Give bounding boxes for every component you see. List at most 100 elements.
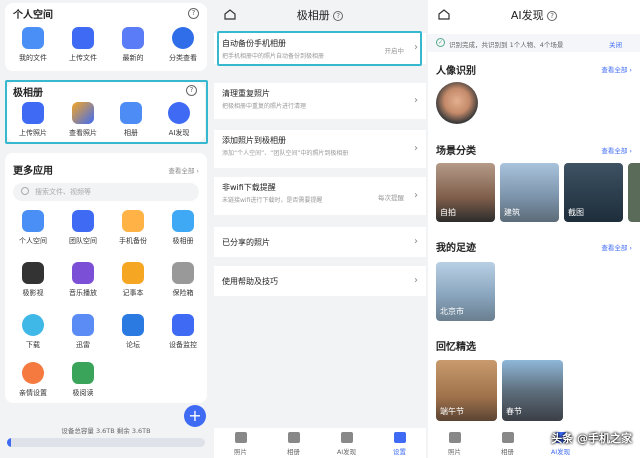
chevron-right-icon: › (414, 235, 418, 247)
app-download[interactable]: 下载 (13, 314, 53, 350)
memory-spring-festival[interactable]: 春节 (502, 360, 563, 421)
search-icon (21, 187, 29, 195)
page-title: AI发现 ? (428, 7, 640, 23)
app-personal-space[interactable]: 个人空间 (13, 210, 53, 246)
tab-label: 相册 (287, 448, 300, 456)
portrait-face[interactable] (436, 82, 478, 124)
footprint-label: 北京市 (440, 307, 464, 316)
tab-label: 相册 (501, 448, 514, 456)
tab-label: 照片 (234, 448, 247, 456)
banner-close[interactable]: 关闭 (609, 39, 622, 49)
app-xunlei[interactable]: 迅雷 (63, 314, 103, 350)
app-video[interactable]: 极影视 (13, 262, 53, 298)
settings-row[interactable]: 已分享的照片 › (214, 227, 426, 257)
search-box[interactable]: 搜索文件、视频等 (13, 183, 199, 201)
tab-label: 设置 (393, 448, 406, 456)
scene-building[interactable]: 建筑 (500, 163, 559, 222)
settings-row-title: 已分享的照片 (222, 238, 270, 247)
reading-icon (72, 362, 94, 384)
chevron-right-icon: › (414, 94, 418, 106)
tile-recent[interactable]: 最新的 (113, 27, 153, 63)
footprint-view-all[interactable]: 查看全部 › (601, 242, 632, 252)
album-settings-panel: 极相册 ? 自动备份手机相册 把手机相册中的照片自动备份到极相册 开启中 › 清理重复照… (214, 0, 426, 458)
settings-tab-icon (393, 432, 406, 443)
app-phone-backup[interactable]: 手机备份 (113, 210, 153, 246)
tile-label: 我的文件 (19, 54, 47, 62)
footprint-title: 我的足迹 (436, 243, 476, 254)
app-label: 个人空间 (19, 237, 47, 245)
app-label: 极影视 (22, 289, 44, 297)
ai-tab-icon (340, 432, 353, 443)
watermark: 头条 @手机之家 (551, 432, 632, 445)
scene-more[interactable] (628, 163, 640, 222)
footprint-beijing[interactable]: 北京市 (436, 262, 495, 321)
app-music[interactable]: 音乐播放 (63, 262, 103, 298)
storage-bar (7, 438, 205, 447)
tab-album[interactable]: 相册 (481, 432, 534, 456)
portrait-title: 人像识别 (436, 66, 476, 77)
tab-label: AI发现 (336, 448, 357, 456)
tab-label: 照片 (448, 448, 461, 456)
settings-row[interactable]: 清理重复照片 把极相册中重复的照片进行清理 › (214, 83, 426, 119)
page-title: 极相册 ? (214, 7, 426, 23)
storage-text: 设备总容量 3.6TB 剩余 3.6TB (61, 427, 151, 435)
chevron-right-icon: › (414, 274, 418, 286)
app-monitor[interactable]: 设备监控 (163, 314, 203, 350)
category-icon (172, 27, 194, 49)
help-icon[interactable]: ? (188, 8, 199, 19)
app-label: 迅雷 (76, 341, 90, 349)
family-icon (22, 362, 44, 384)
tile-label: 最新的 (122, 54, 144, 62)
tile-upload-file[interactable]: 上传文件 (63, 27, 103, 63)
page-title-text: 极相册 (296, 9, 330, 22)
tab-photo[interactable]: 照片 (214, 432, 267, 456)
tile-category[interactable]: 分类查看 (163, 27, 203, 63)
scene-selfie[interactable]: 自拍 (436, 163, 495, 222)
app-safe[interactable]: 保险箱 (163, 262, 203, 298)
scene-label: 建筑 (504, 208, 520, 217)
settings-row-subtitle: 未链接wifi进行下载时，是否需要提醒 (222, 197, 323, 204)
portrait-view-all[interactable]: 查看全部 › (601, 64, 632, 74)
tab-album[interactable]: 相册 (267, 432, 320, 456)
tab-bar: 照片 相册 AI发现 设置 (214, 428, 426, 458)
add-button[interactable]: + (184, 405, 206, 427)
help-icon[interactable]: ? (547, 11, 558, 21)
settings-row[interactable]: 非wifi下载提醒 未链接wifi进行下载时，是否需要提醒 每次提醒 › (214, 177, 426, 215)
tab-settings[interactable]: 设置 (373, 432, 426, 456)
app-label: 记事本 (122, 289, 144, 297)
scene-label: 自拍 (440, 208, 456, 217)
memory-label: 春节 (506, 407, 522, 416)
album-tab-icon (287, 432, 300, 443)
settings-row[interactable]: 添加照片到极相册 添加“个人空间”、“团队空间”中的照片到极相册 › (214, 130, 426, 168)
app-notepad[interactable]: 记事本 (113, 262, 153, 298)
settings-row[interactable]: 使用帮助及技巧 › (214, 266, 426, 296)
view-all-link[interactable]: 查看全部 › (168, 165, 199, 175)
settings-row-title: 非wifi下载提醒 (222, 183, 276, 192)
download-icon (22, 314, 44, 336)
app-forum[interactable]: 论坛 (113, 314, 153, 350)
tab-ai[interactable]: AI发现 (320, 432, 373, 456)
personal-space-icon (22, 210, 44, 232)
app-family[interactable]: 亲情设置 (13, 362, 53, 398)
settings-row-title: 添加照片到极相册 (222, 136, 286, 145)
search-placeholder: 搜索文件、视频等 (35, 188, 91, 196)
music-icon (72, 262, 94, 284)
settings-row-subtitle: 添加“个人空间”、“团队空间”中的照片到极相册 (222, 150, 349, 157)
storage-bar-fill (7, 438, 11, 447)
safe-icon (172, 262, 194, 284)
album-highlight-box (5, 80, 208, 144)
recognition-banner: ✓ 识别完成，共识别到 1个人物、4个场景 关闭 (428, 34, 640, 52)
app-reading[interactable]: 极阅读 (63, 362, 103, 398)
app-label: 下载 (26, 341, 40, 349)
chevron-right-icon: › (414, 189, 418, 201)
tab-photo[interactable]: 照片 (428, 432, 481, 456)
app-photo-album[interactable]: 极相册 (163, 210, 203, 246)
tile-my-files[interactable]: 我的文件 (13, 27, 53, 63)
personal-space-card: 个人空间 ? 我的文件 上传文件 最新的 分类查看 (5, 3, 207, 71)
upload-icon (72, 27, 94, 49)
app-team-space[interactable]: 团队空间 (63, 210, 103, 246)
scene-view-all[interactable]: 查看全部 › (601, 145, 632, 155)
memory-dragon-boat[interactable]: 端午节 (436, 360, 497, 421)
help-icon[interactable]: ? (333, 11, 344, 21)
scene-screenshot[interactable]: 截图 (564, 163, 623, 222)
